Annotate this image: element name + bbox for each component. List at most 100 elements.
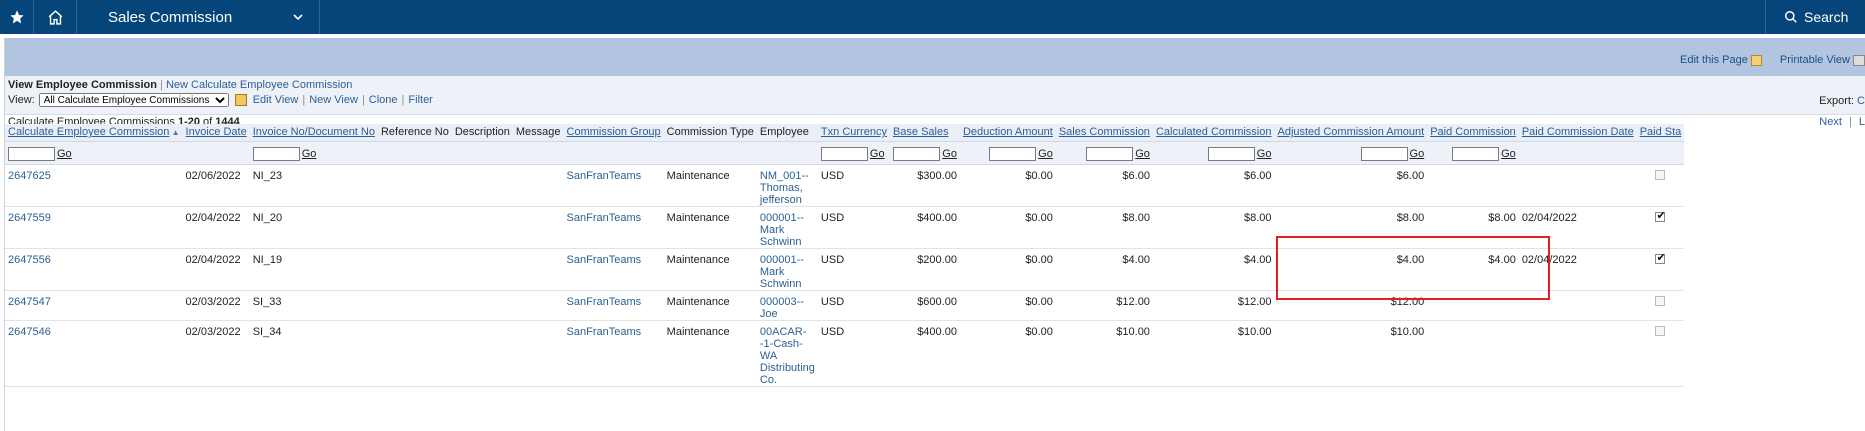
commission-id-link-value[interactable]: 2647559: [8, 212, 51, 224]
paid-commission-filter-go-button[interactable]: Go: [1501, 148, 1516, 160]
currency-filter-go-button[interactable]: Go: [870, 148, 885, 160]
id-filter-input[interactable]: [8, 147, 55, 161]
column-header-label: Invoice No/Document No: [252, 126, 375, 138]
column-header-label: Paid Commission: [1430, 126, 1516, 138]
commission-type-cell-value: Maintenance: [666, 254, 730, 266]
filter-link[interactable]: Filter: [408, 94, 432, 106]
commission-id-link-value[interactable]: 2647546: [8, 326, 51, 338]
description-cell: [451, 290, 513, 321]
commission-id-link-value[interactable]: 2647547: [8, 296, 51, 308]
paid-status-cell: [1636, 206, 1685, 249]
currency-filter-input[interactable]: [820, 147, 868, 161]
paid-commission-cell-value: $8.00: [1488, 212, 1516, 224]
export-link[interactable]: C: [1857, 95, 1865, 107]
home-button[interactable]: [34, 0, 77, 34]
calculated-commission-cell-value: $6.00: [1243, 170, 1272, 182]
column-header: Commission Type: [663, 124, 757, 142]
base-sales-filter-go-button[interactable]: Go: [942, 148, 957, 160]
commission-group-link-value[interactable]: SanFranTeams: [567, 326, 642, 338]
calculated-commission-filter-input[interactable]: [1207, 147, 1255, 161]
favorites-star-button[interactable]: [0, 0, 34, 34]
employee-link-line[interactable]: 000003--: [760, 296, 815, 308]
filter-cell: Go: [959, 141, 1056, 165]
clone-view-link[interactable]: Clone: [369, 94, 398, 106]
employee-link-line[interactable]: Thomas,: [760, 182, 815, 194]
employee-link-line[interactable]: 000001--: [760, 212, 815, 224]
sales-commission-filter-go-button[interactable]: Go: [1135, 148, 1150, 160]
column-header[interactable]: Paid Commission: [1427, 124, 1519, 142]
invoice-no-filter-input[interactable]: [252, 147, 300, 161]
edit-page-link[interactable]: Edit this Page: [1680, 54, 1762, 66]
commission-group-link-value[interactable]: SanFranTeams: [567, 212, 642, 224]
adjusted-commission-filter-go-button[interactable]: Go: [1410, 148, 1425, 160]
commission-table: Calculate Employee Commission ▲ Invoice D…: [5, 124, 1685, 387]
new-commission-link[interactable]: New Calculate Employee Commission: [166, 79, 352, 91]
paid-commission-date-cell-value: 02/04/2022: [1521, 254, 1577, 266]
edit-view-icon[interactable]: [234, 94, 247, 106]
commission-id-link-value[interactable]: 2647556: [8, 254, 51, 266]
printable-view-link[interactable]: Printable View: [1780, 54, 1865, 66]
column-header[interactable]: Paid Sta: [1636, 124, 1685, 142]
column-header[interactable]: Paid Commission Date: [1518, 124, 1637, 142]
filter-cell: Go: [1274, 141, 1428, 165]
next-page-link[interactable]: Next: [1819, 116, 1842, 128]
employee-link-line[interactable]: 00ACAR-: [760, 326, 815, 338]
new-view-link[interactable]: New View: [309, 94, 358, 106]
reference-no-cell: [377, 206, 452, 249]
column-header[interactable]: Invoice No/Document No: [249, 124, 378, 142]
employee-link-line[interactable]: NM_001--: [760, 170, 815, 182]
employee-link-line[interactable]: Mark: [760, 266, 815, 278]
adjusted-commission-filter-input[interactable]: [1360, 147, 1408, 161]
module-selector[interactable]: Sales Commission: [77, 0, 320, 34]
invoice-no-cell: NI_20: [249, 206, 378, 249]
invoice-no-cell-value: SI_34: [252, 326, 282, 338]
column-header[interactable]: Commission Group: [563, 124, 664, 142]
column-header[interactable]: Calculated Commission: [1152, 124, 1275, 142]
search-button[interactable]: Search: [1765, 0, 1865, 34]
employee-link-line[interactable]: Joe: [760, 308, 815, 320]
invoice-no-filter-go-button[interactable]: Go: [302, 148, 317, 160]
employee-link-line[interactable]: Mark: [760, 224, 815, 236]
column-header: Employee: [756, 124, 818, 142]
edit-view-link[interactable]: Edit View: [253, 94, 299, 106]
employee-link-line[interactable]: 000001--: [760, 254, 815, 266]
employee-link-line[interactable]: Co.: [760, 374, 815, 386]
sales-commission-cell: $4.00: [1055, 248, 1153, 291]
base-sales-filter-input[interactable]: [893, 147, 941, 161]
employee-link-line[interactable]: Distributing: [760, 362, 815, 374]
deduction-filter-go-button[interactable]: Go: [1038, 148, 1053, 160]
column-header[interactable]: Txn Currency: [817, 124, 890, 142]
id-filter-go-button[interactable]: Go: [57, 148, 72, 160]
deduction-filter-input[interactable]: [989, 147, 1037, 161]
column-header[interactable]: Calculate Employee Commission ▲: [5, 124, 183, 142]
commission-id-link-value[interactable]: 2647625: [8, 170, 51, 182]
employee-link-line[interactable]: -1-Cash-: [760, 338, 815, 350]
sales-commission-cell: $8.00: [1055, 206, 1153, 249]
sort-ascending-icon: ▲: [169, 128, 180, 137]
filter-cell: Go: [5, 141, 183, 165]
commission-group-link-value[interactable]: SanFranTeams: [567, 254, 642, 266]
currency-cell-value: USD: [820, 212, 845, 224]
employee-link-line[interactable]: Schwinn: [760, 278, 815, 290]
paid-commission-cell: [1427, 320, 1519, 387]
column-header[interactable]: Sales Commission: [1055, 124, 1153, 142]
sales-commission-cell: $6.00: [1055, 164, 1153, 207]
sales-commission-filter-input[interactable]: [1086, 147, 1134, 161]
base-sales-cell-value: $200.00: [917, 254, 957, 266]
employee-link-line[interactable]: jefferson: [760, 194, 815, 206]
commission-group-link-value[interactable]: SanFranTeams: [567, 296, 642, 308]
last-page-link[interactable]: L: [1859, 116, 1865, 128]
commission-group-link-value[interactable]: SanFranTeams: [567, 170, 642, 182]
column-header[interactable]: Adjusted Commission Amount: [1274, 124, 1428, 142]
employee-link-line[interactable]: Schwinn: [760, 236, 815, 248]
column-header[interactable]: Deduction Amount: [959, 124, 1056, 142]
deduction-amount-cell-value: $0.00: [1025, 296, 1053, 308]
commission-id-link: 2647559: [5, 206, 183, 249]
employee-link-line[interactable]: WA: [760, 350, 815, 362]
paid-commission-filter-input[interactable]: [1452, 147, 1500, 161]
calculated-commission-filter-go-button[interactable]: Go: [1257, 148, 1272, 160]
column-header[interactable]: Invoice Date: [182, 124, 250, 142]
column-header[interactable]: Base Sales: [889, 124, 960, 142]
view-select[interactable]: All Calculate Employee Commissions: [38, 93, 229, 107]
invoice-date-cell: 02/03/2022: [182, 290, 250, 321]
